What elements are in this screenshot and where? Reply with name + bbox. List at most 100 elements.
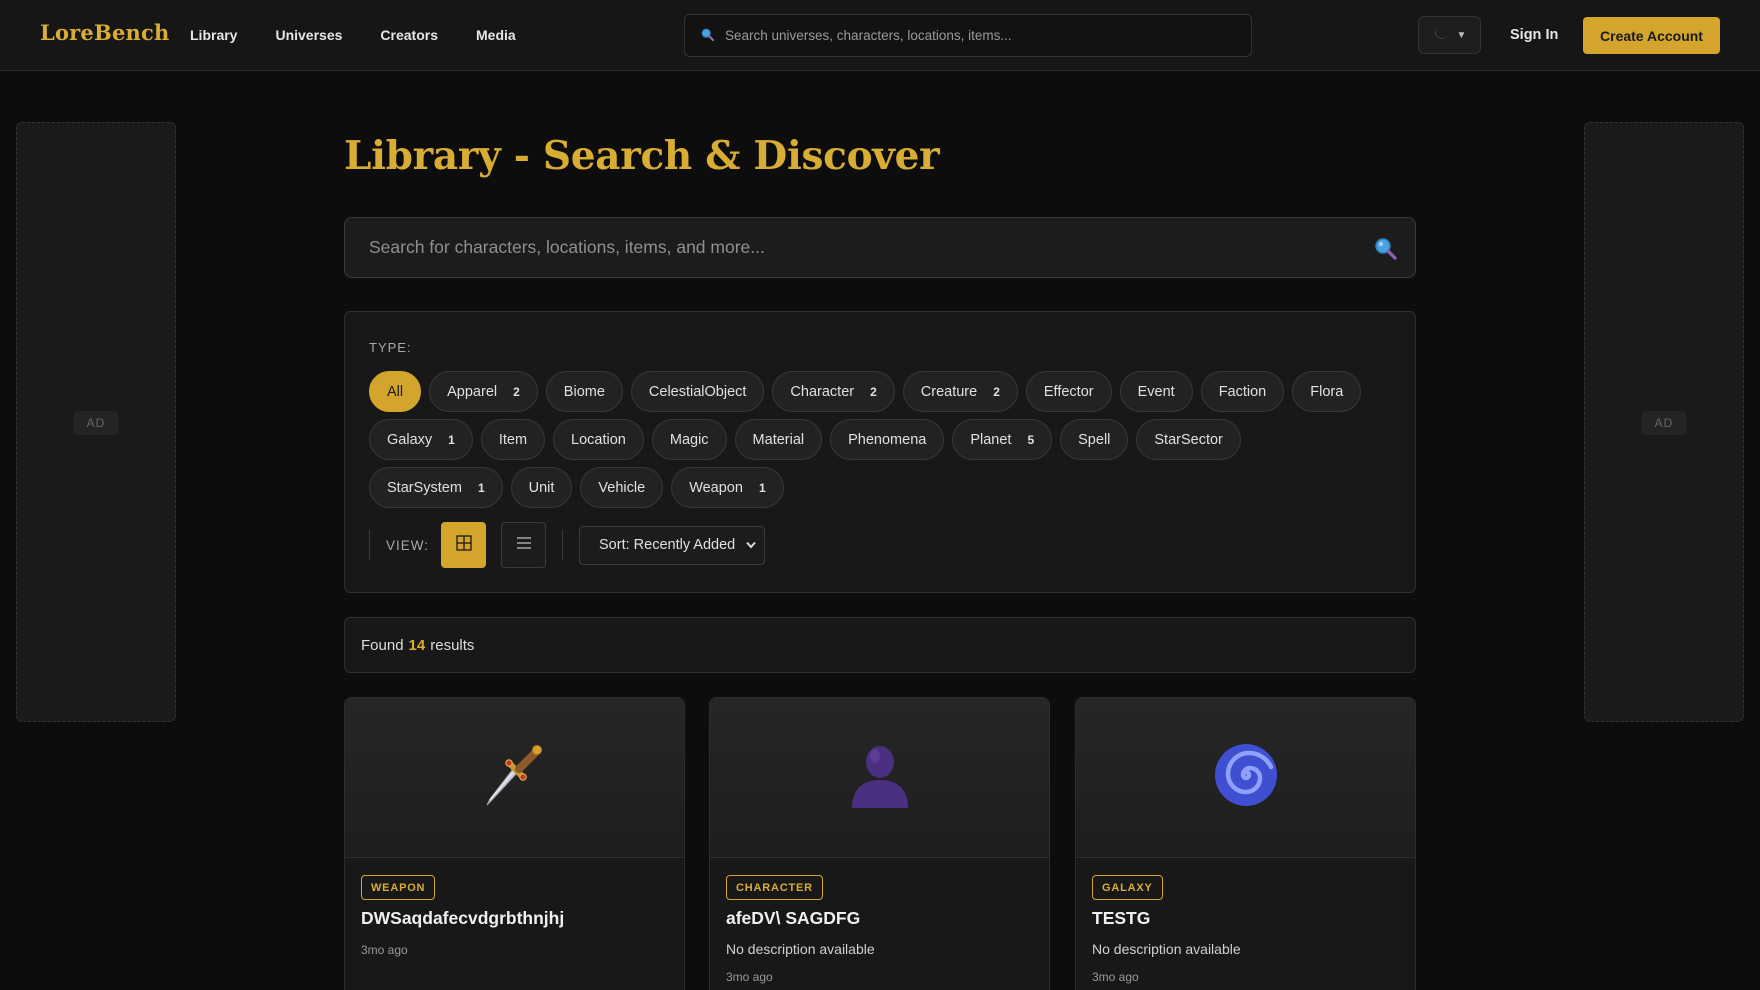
moon-icon	[1433, 25, 1449, 46]
result-card[interactable]: WEAPON DWSaqdafecvdgrbthnjhj 3mo ago	[344, 697, 685, 990]
card-description: No description available	[726, 941, 875, 957]
global-search	[684, 14, 1252, 57]
type-chip-starsector[interactable]: StarSector	[1136, 419, 1241, 460]
type-chip-biome[interactable]: Biome	[545, 371, 623, 412]
sign-in-link[interactable]: Sign In	[1510, 27, 1558, 43]
chip-count: 5	[1027, 432, 1035, 447]
card-timestamp: 3mo ago	[726, 970, 773, 984]
type-chip-item[interactable]: Item	[480, 419, 546, 460]
top-navbar: LoreBench Library Universes Creators Med…	[0, 0, 1760, 71]
type-filter-chips: All Apparel 2 Biome CelestialObject Character…	[369, 371, 1379, 508]
spiral-galaxy-icon	[1213, 742, 1279, 813]
nav-media[interactable]: Media	[476, 27, 516, 43]
view-label: VIEW:	[386, 537, 430, 553]
card-title: TESTG	[1092, 908, 1151, 928]
create-account-button[interactable]: Create Account	[1583, 17, 1720, 54]
chip-label: Character	[790, 383, 855, 400]
type-chip-planet[interactable]: Planet 5	[952, 419, 1053, 460]
type-chip-vehicle[interactable]: Vehicle	[580, 467, 664, 508]
type-chip-location[interactable]: Location	[553, 419, 644, 460]
type-chip-flora[interactable]: Flora	[1292, 371, 1362, 412]
chip-label: Galaxy	[387, 431, 433, 448]
type-chip-unit[interactable]: Unit	[510, 467, 573, 508]
chip-label: Magic	[669, 431, 709, 448]
results-summary: Found 14 results	[344, 617, 1416, 673]
sort-value: Sort: Recently Added	[599, 537, 736, 553]
nav-creators[interactable]: Creators	[380, 27, 438, 43]
grid-view-button[interactable]	[441, 522, 487, 568]
library-search-input[interactable]	[369, 218, 1349, 277]
type-chip-all[interactable]: All	[369, 371, 422, 412]
type-chip-material[interactable]: Material	[734, 419, 823, 460]
chip-label: Spell	[1078, 431, 1111, 448]
ad-label: AD	[74, 411, 118, 435]
chip-count: 1	[448, 432, 455, 447]
chip-label: Faction	[1218, 383, 1267, 400]
results-count: 14	[408, 636, 426, 654]
chip-count: 1	[477, 480, 485, 495]
type-chip-galaxy[interactable]: Galaxy 1	[369, 419, 473, 460]
chip-label: Unit	[528, 479, 555, 496]
view-controls: VIEW: Sort: Recently Added	[369, 522, 766, 568]
chip-count: 2	[993, 384, 1000, 399]
global-search-input[interactable]	[725, 15, 1235, 56]
chip-label: Location	[571, 431, 626, 448]
type-chip-faction[interactable]: Faction	[1200, 371, 1285, 412]
result-card[interactable]: GALAXY TESTG No description available 3m…	[1075, 697, 1416, 990]
chip-label: Item	[498, 431, 528, 448]
list-view-button[interactable]	[501, 522, 547, 568]
card-timestamp: 3mo ago	[361, 943, 408, 957]
chip-label: All	[387, 383, 404, 400]
type-chip-celestialobject[interactable]: CelestialObject	[630, 371, 765, 412]
chip-label: StarSystem	[387, 479, 462, 496]
chip-label: Vehicle	[598, 479, 646, 496]
chip-label: Material	[752, 431, 805, 448]
results-prefix: Found	[361, 636, 404, 654]
ad-slot-left: AD	[16, 122, 176, 722]
logo[interactable]: LoreBench	[40, 20, 169, 45]
chip-label: Effector	[1043, 383, 1094, 400]
card-thumbnail	[345, 698, 684, 858]
chip-label: Weapon	[689, 479, 743, 496]
nav-universes[interactable]: Universes	[275, 27, 342, 43]
chevron-down-icon	[746, 537, 756, 553]
chip-label: Flora	[1310, 383, 1344, 400]
chip-label: Phenomena	[848, 431, 927, 448]
page-title: Library - Search & Discover	[344, 133, 940, 179]
type-chip-apparel[interactable]: Apparel 2	[429, 371, 538, 412]
theme-toggle-button[interactable]: ▼	[1418, 16, 1481, 54]
chip-label: StarSector	[1154, 431, 1223, 448]
type-chip-event[interactable]: Event	[1119, 371, 1193, 412]
type-chip-spell[interactable]: Spell	[1060, 419, 1129, 460]
chevron-down-icon: ▼	[1456, 29, 1467, 41]
filter-panel: TYPE: All Apparel 2 Biome CelestialObject Cha…	[344, 311, 1416, 593]
search-icon[interactable]	[1374, 237, 1397, 265]
result-card[interactable]: CHARACTER afeDV\ SAGDFG No description a…	[709, 697, 1050, 990]
type-chip-creature[interactable]: Creature 2	[902, 371, 1018, 412]
card-title: afeDV\ SAGDFG	[726, 908, 861, 928]
person-silhouette-icon	[848, 742, 912, 813]
card-timestamp: 3mo ago	[1092, 970, 1139, 984]
type-badge: CHARACTER	[726, 875, 823, 900]
type-chip-starsystem[interactable]: StarSystem 1	[369, 467, 503, 508]
nav-library[interactable]: Library	[190, 27, 237, 43]
type-badge: WEAPON	[361, 875, 436, 900]
chip-label: Biome	[563, 383, 605, 400]
type-chip-phenomena[interactable]: Phenomena	[830, 419, 945, 460]
main-nav: Library Universes Creators Media	[190, 27, 516, 43]
type-chip-effector[interactable]: Effector	[1025, 371, 1112, 412]
card-thumbnail	[710, 698, 1049, 858]
ad-slot-right: AD	[1584, 122, 1744, 722]
chip-label: CelestialObject	[648, 383, 747, 400]
card-thumbnail	[1076, 698, 1415, 858]
sort-select[interactable]: Sort: Recently Added	[579, 525, 766, 565]
type-chip-weapon[interactable]: Weapon 1	[671, 467, 784, 508]
chip-count: 1	[758, 480, 766, 495]
chip-count: 2	[513, 384, 520, 399]
type-chip-character[interactable]: Character 2	[772, 371, 895, 412]
library-search	[344, 217, 1416, 278]
type-chip-magic[interactable]: Magic	[651, 419, 727, 460]
grid-icon	[455, 534, 472, 556]
dagger-icon	[481, 741, 549, 814]
chip-label: Apparel	[447, 383, 498, 400]
